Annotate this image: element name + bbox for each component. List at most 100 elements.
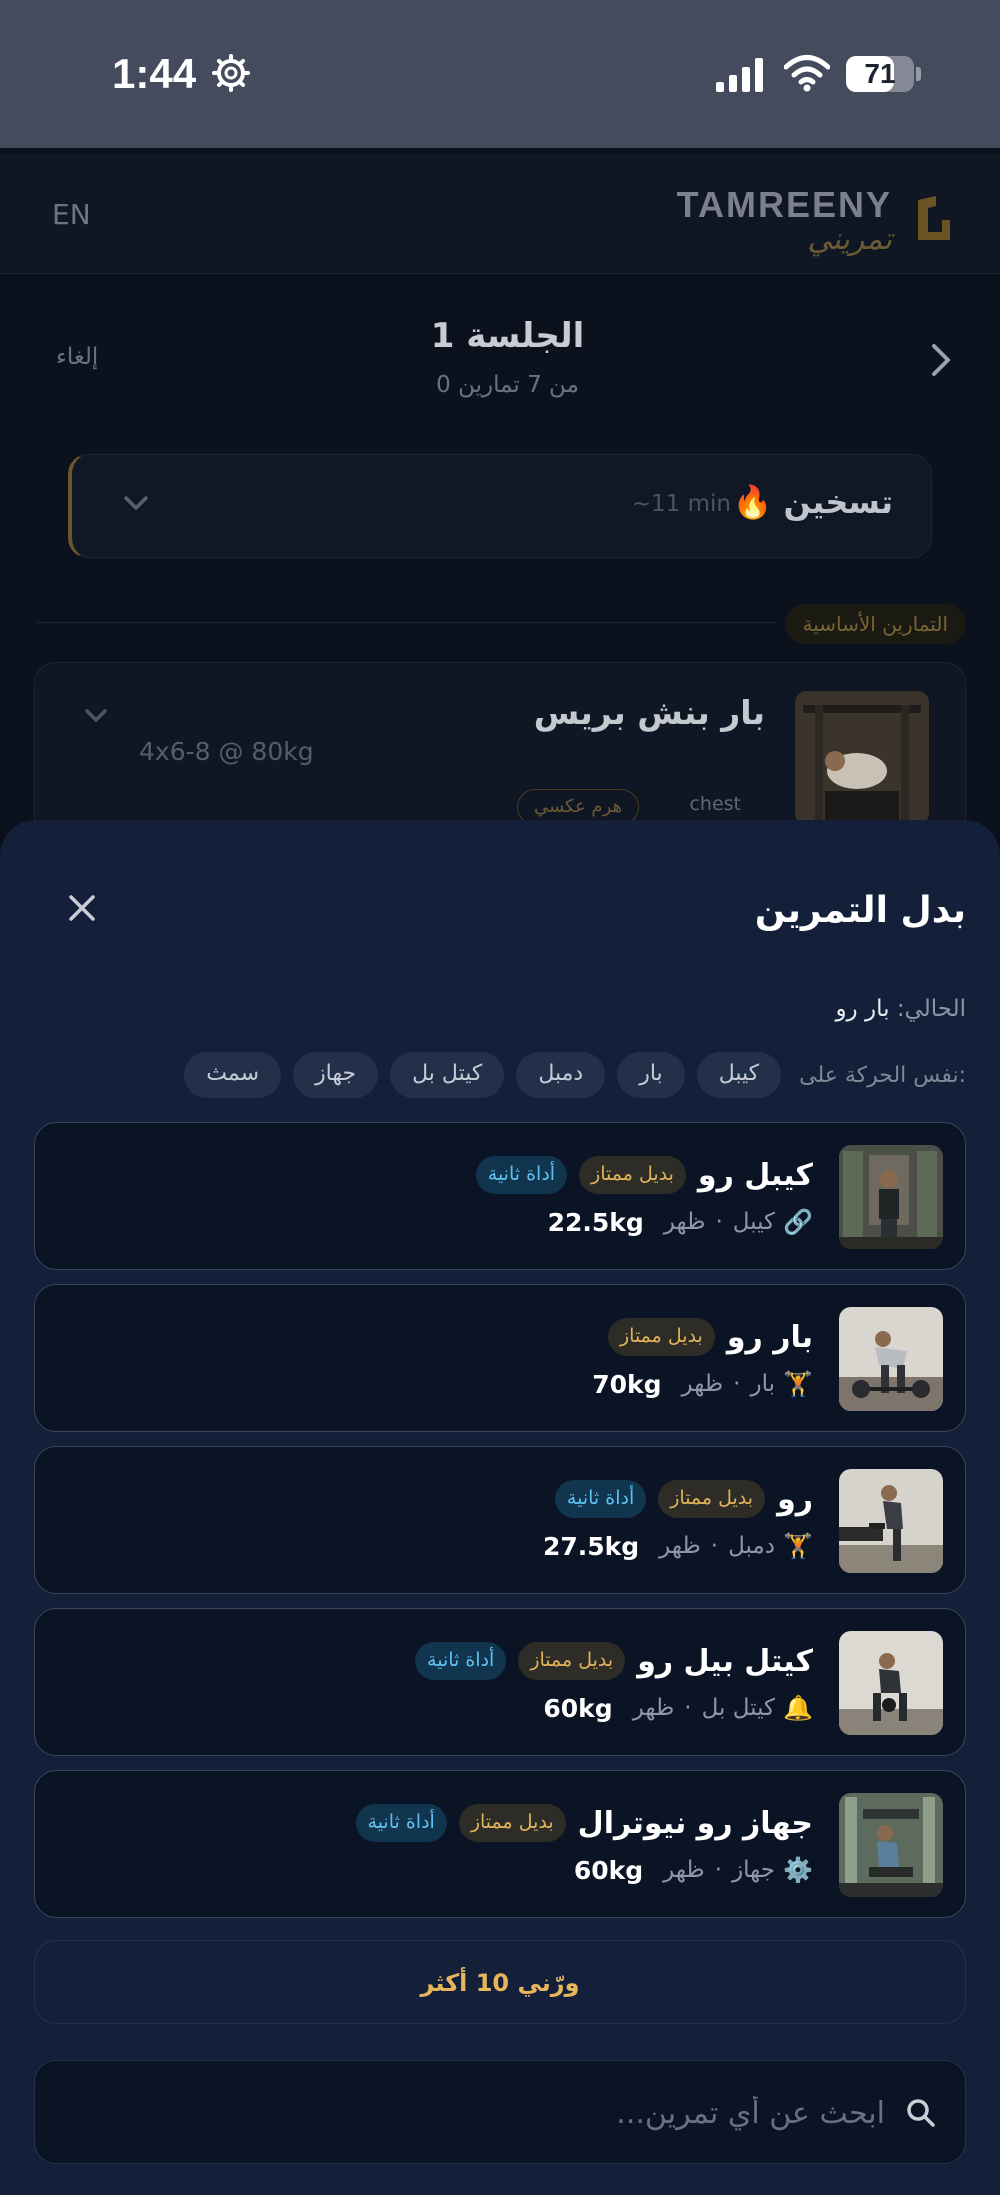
swap-exercise-sheet: بدل التمرين الحالي: بار رو نفس الحركة عل… bbox=[0, 820, 1000, 2195]
exercise-thumbnail bbox=[839, 1469, 943, 1573]
current-value: بار رو bbox=[835, 996, 890, 1022]
filter-chip-cable[interactable]: كيبل bbox=[696, 1052, 782, 1098]
cellular-signal-icon bbox=[716, 58, 763, 92]
alternative-card[interactable]: جهاز رو نيوترال بديل ممتاز أداة ثانية ⚙️… bbox=[34, 1770, 966, 1918]
section-label: التمارين الأساسية bbox=[784, 604, 966, 644]
separator: · bbox=[714, 1857, 723, 1883]
sheet-title: بدل التمرين bbox=[754, 890, 966, 931]
session-progress: 0 من 7 تمارين bbox=[436, 372, 579, 398]
muscle-label: ظهر bbox=[659, 1533, 701, 1559]
exercise-card[interactable]: بار بنش بريس 4x6-8 @ 80kg chest هرم عكسي bbox=[34, 662, 966, 828]
filter-chip-kettlebell[interactable]: كيتل بل bbox=[390, 1052, 505, 1098]
search-input[interactable] bbox=[125, 2085, 885, 2141]
barbell-icon: 🏋️ bbox=[783, 1370, 813, 1398]
exercise-thumbnail bbox=[839, 1793, 943, 1897]
background-screen: EN TAMREENY تمريني الجلسة 1 0 من 7 تماري… bbox=[0, 148, 1000, 828]
session-title: الجلسة 1 bbox=[430, 316, 585, 356]
equipment-label: كيتل بل bbox=[701, 1695, 775, 1721]
exercise-thumbnail bbox=[839, 1145, 943, 1249]
muscle-tag: chest bbox=[689, 793, 741, 815]
exercise-thumbnail bbox=[795, 691, 929, 825]
alternative-name: جهاز رو نيوترال bbox=[577, 1805, 813, 1841]
status-bar: 1:44 71 bbox=[0, 0, 1000, 148]
bell-icon: 🔔 bbox=[783, 1694, 813, 1722]
exercise-sets: 4x6-8 @ 80kg bbox=[139, 737, 314, 766]
equipment-label: بار bbox=[750, 1371, 775, 1397]
weight-value: 22.5kg bbox=[547, 1207, 644, 1237]
logo-text-ar: تمريني bbox=[807, 222, 892, 257]
status-time: 1:44 bbox=[112, 50, 197, 97]
alternative-card[interactable]: كيبل رو بديل ممتاز أداة ثانية 🔗 كيبل · ظ… bbox=[34, 1122, 966, 1270]
weight-value: 27.5kg bbox=[542, 1531, 640, 1561]
different-equipment-badge: أداة ثانية bbox=[355, 1804, 447, 1842]
alternative-name: كيتل بيل رو bbox=[637, 1643, 813, 1679]
alternative-name: كيبل رو bbox=[697, 1157, 813, 1193]
gear-icon bbox=[212, 54, 250, 92]
filter-chip-smith[interactable]: سمث bbox=[184, 1052, 282, 1098]
search-icon bbox=[907, 2099, 935, 2127]
alternative-info: بار رو بديل ممتاز 🏋️ بار · ظهر 70kg bbox=[592, 1315, 813, 1403]
current-exercise: الحالي: بار رو bbox=[835, 996, 966, 1022]
separator: · bbox=[733, 1371, 741, 1397]
different-equipment-badge: أداة ثانية bbox=[415, 1642, 507, 1680]
exercise-thumbnail bbox=[839, 1307, 943, 1411]
weight-value: 70kg bbox=[592, 1369, 662, 1399]
muscle-label: ظهر bbox=[663, 1857, 705, 1883]
chevron-down-icon[interactable] bbox=[122, 493, 150, 513]
alternative-card[interactable]: بار رو بديل ممتاز 🏋️ بار · ظهر 70kg bbox=[34, 1284, 966, 1432]
warmup-title: 🔥 تسخين bbox=[732, 483, 893, 521]
different-equipment-badge: أداة ثانية bbox=[475, 1156, 568, 1194]
weight-value: 60kg bbox=[573, 1855, 644, 1885]
muscle-label: ظهر bbox=[632, 1695, 675, 1721]
separator: · bbox=[715, 1209, 723, 1235]
excellent-alternative-badge: بديل ممتاز bbox=[518, 1642, 626, 1680]
alternative-card[interactable]: كيتل بيل رو بديل ممتاز أداة ثانية 🔔 كيتل… bbox=[34, 1608, 966, 1756]
separator: · bbox=[710, 1533, 719, 1559]
search-field[interactable] bbox=[34, 2060, 966, 2164]
equipment-label: جهاز bbox=[732, 1857, 775, 1883]
alternative-info: كيتل بيل رو بديل ممتاز أداة ثانية 🔔 كيتل… bbox=[415, 1639, 813, 1727]
alternative-card[interactable]: رو بديل ممتاز أداة ثانية 🏋 دمبل · ظهر 27… bbox=[34, 1446, 966, 1594]
exercise-name: بار بنش بريس bbox=[533, 693, 765, 732]
excellent-alternative-badge: بديل ممتاز bbox=[607, 1318, 715, 1356]
warmup-duration: ~11 min bbox=[631, 491, 731, 517]
current-label: الحالي: bbox=[896, 996, 966, 1022]
wifi-icon bbox=[784, 55, 830, 92]
same-movement-label: نفس الحركة على: bbox=[799, 1062, 966, 1088]
alternative-info: جهاز رو نيوترال بديل ممتاز أداة ثانية ⚙️… bbox=[355, 1801, 813, 1889]
alternative-name: رو bbox=[777, 1481, 813, 1517]
logo-mark-icon bbox=[918, 196, 950, 240]
excellent-alternative-badge: بديل ممتاز bbox=[458, 1804, 566, 1842]
battery-cap bbox=[916, 67, 921, 81]
battery-percent: 71 bbox=[864, 58, 896, 89]
filter-chip-dumbbell[interactable]: دمبل bbox=[516, 1052, 606, 1098]
language-toggle[interactable]: EN bbox=[52, 198, 91, 231]
different-equipment-badge: أداة ثانية bbox=[554, 1480, 647, 1518]
logo-text-en: TAMREENY bbox=[676, 184, 892, 225]
show-more-button[interactable]: ورّني 10 أكثر bbox=[34, 1940, 966, 2024]
muscle-label: ظهر bbox=[663, 1209, 706, 1235]
equipment-label: دمبل bbox=[728, 1533, 775, 1559]
dumbbell-icon: 🏋 bbox=[783, 1532, 813, 1560]
exercise-thumbnail bbox=[839, 1631, 943, 1735]
chevron-down-icon[interactable] bbox=[83, 707, 109, 725]
warmup-card[interactable]: 🔥 تسخين ~11 min bbox=[68, 454, 932, 558]
equipment-filters: نفس الحركة على: كيبل بار دمبل كيتل بل جه… bbox=[184, 1052, 966, 1098]
top-nav: EN TAMREENY تمريني bbox=[0, 154, 1000, 274]
weight-value: 60kg bbox=[543, 1693, 613, 1723]
section-divider bbox=[36, 622, 776, 623]
separator: · bbox=[684, 1695, 692, 1721]
cancel-link[interactable]: إلغاء bbox=[56, 344, 98, 370]
equipment-label: كيبل bbox=[732, 1209, 775, 1235]
close-icon[interactable] bbox=[66, 892, 98, 924]
app-logo: TAMREENY تمريني bbox=[677, 184, 892, 257]
link-icon: 🔗 bbox=[783, 1208, 813, 1236]
alternative-info: كيبل رو بديل ممتاز أداة ثانية 🔗 كيبل · ظ… bbox=[475, 1153, 813, 1241]
alternative-info: رو بديل ممتاز أداة ثانية 🏋 دمبل · ظهر 27… bbox=[543, 1477, 813, 1565]
filter-chip-machine[interactable]: جهاز bbox=[293, 1052, 379, 1098]
alternative-name: بار رو bbox=[726, 1319, 813, 1355]
filter-chip-barbell[interactable]: بار bbox=[617, 1052, 685, 1098]
excellent-alternative-badge: بديل ممتاز bbox=[658, 1480, 766, 1518]
battery-indicator: 71 bbox=[846, 56, 914, 92]
excellent-alternative-badge: بديل ممتاز bbox=[579, 1156, 686, 1194]
